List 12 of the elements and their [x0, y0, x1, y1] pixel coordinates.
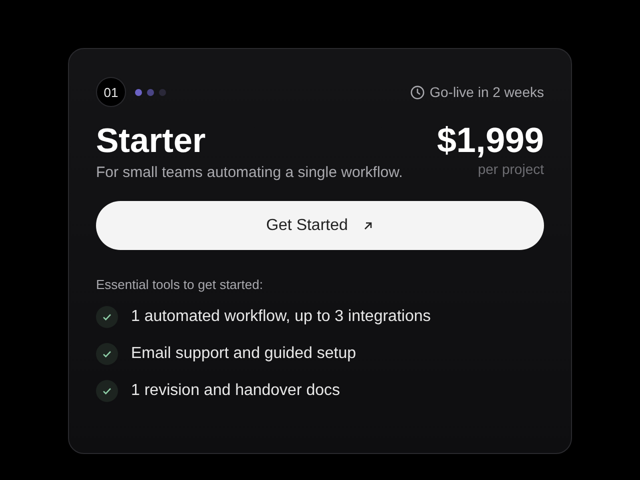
plan-description: For small teams automating a single workflow.: [96, 164, 403, 181]
feature-text: Email support and guided setup: [131, 345, 356, 363]
feature-text: 1 automated workflow, up to 3 integrations: [131, 308, 431, 326]
price-unit: per project: [478, 161, 544, 177]
features-heading: Essential tools to get started:: [96, 277, 264, 292]
plan-name: Starter: [96, 121, 207, 161]
timeline-label: Go-live in 2 weeks: [430, 84, 544, 100]
clock-icon: [410, 84, 425, 100]
feature-text: 1 revision and handover docs: [131, 382, 340, 400]
price: $1,999: [436, 121, 544, 161]
step-number: 01: [96, 77, 126, 107]
get-started-button[interactable]: Get Started: [96, 201, 544, 250]
